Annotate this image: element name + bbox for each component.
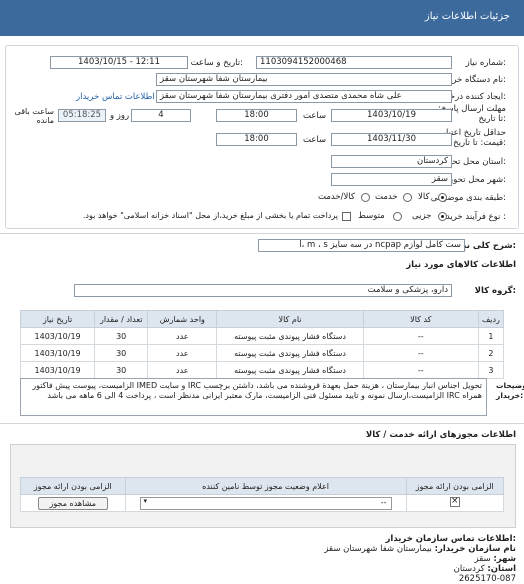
page-title: جزئیات اطلاعات نیاز — [424, 11, 510, 22]
buyer-contact-link[interactable]: اطلاعات تماس خریدار — [76, 92, 155, 102]
cell-code: -- — [362, 344, 479, 362]
contact-org-label: نام سازمان خریدار: — [434, 544, 516, 554]
validity-time-field: 18:00 — [216, 133, 297, 146]
process-label: نوع فرآیند خرید : — [445, 212, 506, 222]
reply-time-field: 18:00 — [216, 109, 297, 122]
remaining-time-field: 05:18:25 — [58, 109, 106, 122]
col-permit-required-left: الزامی بودن ارائه مجوز — [20, 477, 126, 495]
category-radio-service[interactable] — [403, 193, 412, 202]
contact-city: شهر: سقز — [475, 554, 517, 564]
table-row: 1403/10/19 30 عدد دستگاه فشار پیوندی مثب… — [19, 361, 505, 379]
creator-field: علی شاه محمدی متصدی امور دفتری بیمارستان… — [156, 90, 452, 103]
cell-row: 1 — [477, 327, 505, 345]
need-details-panel: شماره نیاز: 1103094152000468 تاریخ و ساع… — [5, 45, 519, 229]
buyer-field: بیمارستان شفا شهرستان سقز — [156, 73, 452, 86]
goods-table: تاریخ نیاز تعداد / مقدار واحد شمارش نام … — [19, 310, 505, 379]
view-permit-button[interactable]: مشاهده مجوز — [37, 496, 108, 510]
table-row: 1403/10/19 30 عدد دستگاه فشار پیوندی مثب… — [19, 327, 505, 345]
process-radio-medium[interactable] — [393, 212, 402, 221]
cell-unit: عدد — [147, 361, 218, 379]
need-number-label: شماره نیاز: — [465, 58, 506, 68]
validity-time-label: ساعت — [303, 135, 327, 145]
goods-group-label: گروه کالا: — [474, 286, 516, 296]
contact-section-title: اطلاعات تماس سازمان خریدار: — [385, 534, 516, 544]
cell-row: 2 — [477, 344, 505, 362]
col-permit-status: اعلام وضعیت مجوز توسط نامین کننده — [124, 477, 407, 495]
contact-org-value: بیمارستان شفا شهرستان سقز — [324, 544, 432, 554]
category-option-service: خدمت — [375, 192, 398, 202]
cell-qty: 30 — [94, 344, 149, 362]
goods-section-title: اطلاعات کالاهای مورد نیاز — [406, 260, 516, 270]
col-goods-name: نام کالا — [216, 310, 364, 328]
permits-section-title: اطلاعات مجوزهای ارائه خدمت / کالا — [365, 430, 516, 440]
col-unit: واحد شمارش — [147, 310, 218, 328]
permits-table-header: الزامی بودن ارائه مجوز اعلام وضعیت مجوز … — [20, 477, 505, 495]
process-radio-minor[interactable] — [438, 212, 447, 221]
col-row: ردیف — [477, 310, 505, 328]
process-option-medium: متوسط — [358, 211, 385, 221]
days-field: 4 — [131, 109, 191, 122]
permit-status-select[interactable]: ▾ -- — [139, 496, 392, 510]
cell-date: 1403/10/19 — [19, 327, 96, 345]
goods-group-field: دارو، پزشکی و سلامت — [74, 284, 452, 297]
table-row: مشاهده مجوز ▾ -- × — [20, 494, 505, 512]
category-option-goods: کالا — [418, 192, 430, 202]
cell-name: دستگاه فشار پیوندی مثبت پیوسته — [216, 327, 364, 345]
contact-province-value: کردستان — [453, 564, 485, 574]
city-field: سقز — [331, 173, 452, 186]
page-header: جزئیات اطلاعات نیاز — [0, 0, 524, 36]
col-permit-required: الزامی بودن ارائه مجوز — [405, 477, 505, 495]
category-radio-goods-service[interactable] — [361, 193, 370, 202]
buyer-notes-label: توضیحات خریدار: — [496, 381, 524, 400]
need-number-field: 1103094152000468 — [256, 56, 452, 69]
cell-unit: عدد — [147, 344, 218, 362]
permit-required-checkbox: × — [449, 496, 460, 507]
province-field: کردستان — [331, 155, 452, 168]
cell-code: -- — [362, 361, 479, 379]
contact-city-value: سقز — [474, 554, 491, 564]
contact-province-label: استان: — [487, 564, 516, 574]
permit-status-value: -- — [380, 497, 387, 507]
col-goods-code: کد کالا — [362, 310, 479, 328]
goods-table-header: تاریخ نیاز تعداد / مقدار واحد شمارش نام … — [19, 310, 505, 328]
permits-table: الزامی بودن ارائه مجوز اعلام وضعیت مجوز … — [20, 477, 505, 512]
remaining-label: ساعت باقی مانده — [14, 107, 54, 125]
divider — [0, 233, 524, 234]
divider — [0, 423, 524, 424]
contact-city-label: شهر: — [493, 554, 516, 564]
treasury-payment-note: پرداخت تمام یا بخشی از مبلغ خرید،از محل … — [82, 211, 338, 220]
contact-province: استان: کردستان — [454, 564, 516, 574]
chevron-down-icon: ▾ — [143, 496, 148, 505]
reply-time-label: ساعت — [303, 111, 327, 121]
category-option-goods-service: کالا/خدمت — [318, 192, 355, 202]
process-option-minor: جزیی — [412, 211, 432, 221]
cell-name: دستگاه فشار پیوندی مثبت پیوسته — [216, 361, 364, 379]
validity-date-field: 1403/11/30 — [331, 133, 452, 146]
buyer-notes: تحویل اجناس انبار بیمارستان ، هزینة حمل … — [20, 378, 487, 416]
days-label: روز و — [110, 111, 130, 121]
cell-unit: عدد — [147, 327, 218, 345]
contact-org: نام سازمان خریدار: بیمارستان شفا شهرستان… — [324, 544, 516, 554]
cell-date: 1403/10/19 — [19, 344, 96, 362]
city-label: شهر محل تحویل: — [444, 175, 506, 185]
reply-date-field: 1403/10/19 — [331, 109, 452, 122]
cross-icon: × — [450, 496, 459, 506]
cell-row: 3 — [477, 361, 505, 379]
cell-name: دستگاه فشار پیوندی مثبت پیوسته — [216, 344, 364, 362]
announce-field: 1403/10/15 - 12:11 — [50, 56, 188, 69]
summary-field: ست کامل لوازم ncpap در سه سایز l، m ، s — [258, 239, 465, 252]
cell-qty: 30 — [94, 361, 149, 379]
cell-code: -- — [362, 327, 479, 345]
treasury-payment-checkbox[interactable] — [342, 212, 351, 221]
table-row: 1403/10/19 30 عدد دستگاه فشار پیوندی مثب… — [19, 344, 505, 362]
col-need-date: تاریخ نیاز — [19, 310, 96, 328]
cell-date: 1403/10/19 — [19, 361, 96, 379]
cell-qty: 30 — [94, 327, 149, 345]
col-qty: تعداد / مقدار — [94, 310, 149, 328]
category-radio-goods[interactable] — [438, 193, 447, 202]
